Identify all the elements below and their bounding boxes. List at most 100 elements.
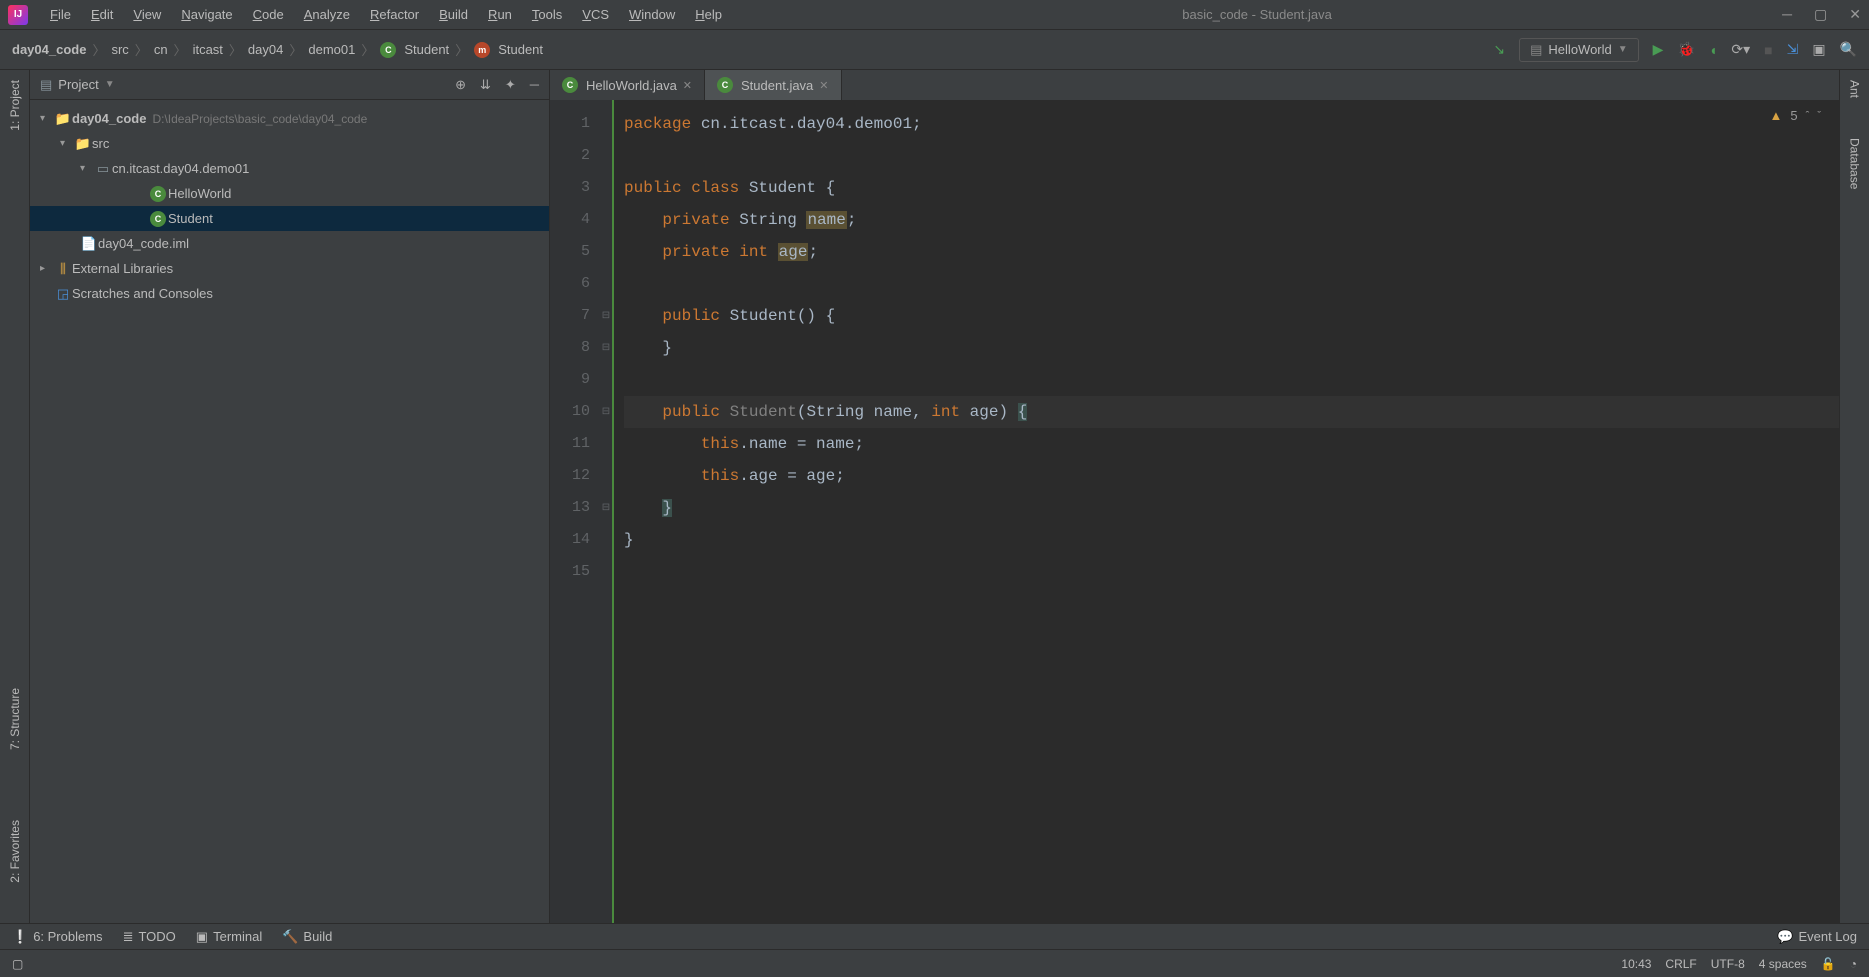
crumb-day04[interactable]: day04 — [248, 42, 283, 57]
readonly-lock-icon[interactable]: 🔓 — [1821, 957, 1836, 971]
menu-bar: IJ FileEditViewNavigateCodeAnalyzeRefact… — [0, 0, 1869, 30]
menu-refactor[interactable]: Refactor — [360, 3, 429, 26]
editor-tabs: CHelloWorld.java✕CStudent.java✕ — [550, 70, 1839, 100]
status-bar: ▢ 10:43 CRLF UTF-8 4 spaces 🔓 ◔ — [0, 949, 1869, 977]
crumb-demo01[interactable]: demo01 — [308, 42, 355, 57]
favorites-tool-button[interactable]: 2: Favorites — [8, 820, 22, 883]
code-line-8[interactable]: } — [624, 332, 1839, 364]
ide-status-icon[interactable]: ◔ — [1850, 957, 1857, 971]
tree-file-student[interactable]: C Student — [30, 206, 549, 231]
code-editor[interactable]: 123456789101112131415 ⊟⊟ ⊟ ⊟ package cn.… — [550, 100, 1839, 923]
ide-settings-icon[interactable]: ▣ — [1812, 41, 1825, 58]
menu-vcs[interactable]: VCS — [572, 3, 619, 26]
hide-icon[interactable]: ─ — [530, 77, 539, 93]
warning-icon: ▲ — [1770, 108, 1783, 123]
tree-src[interactable]: ▾📁 src — [30, 131, 549, 156]
tab-HelloWorld.java[interactable]: CHelloWorld.java✕ — [550, 70, 705, 100]
line-separator[interactable]: CRLF — [1665, 957, 1696, 971]
project-panel: ▤ Project ▼ ⊕ ⇊ ✦ ─ ▾📁 day04_code D:\Ide… — [30, 70, 550, 923]
coverage-icon[interactable]: ◖ — [1709, 42, 1717, 58]
ant-tool-button[interactable]: Ant — [1848, 80, 1862, 98]
tree-scratches[interactable]: ◲ Scratches and Consoles — [30, 281, 549, 306]
code-line-1[interactable]: package cn.itcast.day04.demo01; — [624, 108, 1839, 140]
crumb-root[interactable]: day04_code — [12, 42, 86, 57]
menu-analyze[interactable]: Analyze — [294, 3, 360, 26]
code-line-12[interactable]: this.age = age; — [624, 460, 1839, 492]
menu-edit[interactable]: Edit — [81, 3, 123, 26]
navigation-bar: day04_code 〉 src 〉 cn 〉 itcast 〉 day04 〉… — [0, 30, 1869, 70]
close-tab-icon[interactable]: ✕ — [683, 79, 692, 92]
tab-Student.java[interactable]: CStudent.java✕ — [705, 70, 842, 100]
run-config-name: HelloWorld — [1548, 42, 1611, 57]
terminal-tool-button[interactable]: ▣Terminal — [196, 929, 262, 945]
maximize-icon[interactable]: ▢ — [1814, 6, 1827, 23]
run-configuration-selector[interactable]: ▤ HelloWorld ▼ — [1519, 38, 1639, 62]
menu-code[interactable]: Code — [243, 3, 294, 26]
menu-view[interactable]: View — [123, 3, 171, 26]
tree-external-libraries[interactable]: ▸⫼ External Libraries — [30, 256, 549, 281]
build-tool-button[interactable]: 🔨Build — [282, 929, 332, 945]
class-icon: C — [562, 77, 578, 93]
menu-navigate[interactable]: Navigate — [171, 3, 242, 26]
intellij-icon: IJ — [8, 5, 28, 25]
crumb-method[interactable]: Student — [498, 42, 543, 57]
code-line-4[interactable]: private String name; — [624, 204, 1839, 236]
tree-iml[interactable]: 📄 day04_code.iml — [30, 231, 549, 256]
code-line-14[interactable]: } — [624, 524, 1839, 556]
inspection-widget[interactable]: ▲ 5 ˆ ˇ — [1770, 108, 1821, 123]
menu-build[interactable]: Build — [429, 3, 478, 26]
editor-area: CHelloWorld.java✕CStudent.java✕ 12345678… — [550, 70, 1839, 923]
code-line-10[interactable]: public Student(String name, int age) { — [624, 396, 1839, 428]
code-line-15[interactable] — [624, 556, 1839, 588]
project-tool-button[interactable]: 1: Project — [8, 80, 22, 131]
code-line-2[interactable] — [624, 140, 1839, 172]
close-icon[interactable]: ✕ — [1849, 6, 1861, 23]
build-hammer-icon[interactable]: ↘ — [1493, 41, 1505, 58]
profiler-icon[interactable]: ⟳▾ — [1731, 41, 1750, 58]
locate-icon[interactable]: ⊕ — [455, 77, 466, 93]
indent-setting[interactable]: 4 spaces — [1759, 957, 1807, 971]
code-line-7[interactable]: public Student() { — [624, 300, 1839, 332]
code-line-5[interactable]: private int age; — [624, 236, 1839, 268]
project-tree[interactable]: ▾📁 day04_code D:\IdeaProjects\basic_code… — [30, 100, 549, 923]
crumb-cn[interactable]: cn — [154, 42, 168, 57]
structure-tool-button[interactable]: 7: Structure — [8, 688, 22, 750]
crumb-src[interactable]: src — [111, 42, 128, 57]
file-encoding[interactable]: UTF-8 — [1711, 957, 1745, 971]
debug-icon[interactable]: 🐞 — [1677, 41, 1694, 58]
tree-package[interactable]: ▾▭ cn.itcast.day04.demo01 — [30, 156, 549, 181]
tree-root[interactable]: ▾📁 day04_code D:\IdeaProjects\basic_code… — [30, 106, 549, 131]
run-icon[interactable]: ▶ — [1653, 41, 1664, 58]
menu-help[interactable]: Help — [685, 3, 732, 26]
code-line-13[interactable]: } — [624, 492, 1839, 524]
minimize-icon[interactable]: ─ — [1782, 6, 1792, 23]
search-icon[interactable]: 🔍 — [1840, 41, 1857, 58]
fold-gutter[interactable]: ⊟⊟ ⊟ ⊟ — [600, 100, 614, 923]
caret-position[interactable]: 10:43 — [1621, 957, 1651, 971]
menu-window[interactable]: Window — [619, 3, 685, 26]
todo-tool-button[interactable]: ≣TODO — [123, 929, 176, 945]
code-line-9[interactable] — [624, 364, 1839, 396]
stop-icon[interactable]: ■ — [1764, 42, 1772, 58]
menu-file[interactable]: File — [40, 3, 81, 26]
problems-tool-button[interactable]: ❕6: Problems — [12, 929, 103, 945]
database-tool-button[interactable]: Database — [1848, 138, 1862, 189]
update-icon[interactable]: ⇲ — [1787, 41, 1799, 58]
code-line-6[interactable] — [624, 268, 1839, 300]
expand-all-icon[interactable]: ⇊ — [480, 77, 491, 93]
settings-icon[interactable]: ✦ — [505, 77, 516, 93]
code-line-11[interactable]: this.name = name; — [624, 428, 1839, 460]
menu-tools[interactable]: Tools — [522, 3, 572, 26]
event-log-button[interactable]: 💬Event Log — [1777, 929, 1857, 945]
crumb-itcast[interactable]: itcast — [193, 42, 223, 57]
crumb-class[interactable]: Student — [404, 42, 449, 57]
project-panel-title[interactable]: Project — [58, 77, 98, 92]
quick-list-icon[interactable]: ▢ — [12, 957, 23, 971]
menu-run[interactable]: Run — [478, 3, 522, 26]
close-tab-icon[interactable]: ✕ — [819, 79, 828, 92]
tree-file-helloworld[interactable]: C HelloWorld — [30, 181, 549, 206]
bottom-tool-bar: ❕6: Problems ≣TODO ▣Terminal 🔨Build 💬Eve… — [0, 923, 1869, 949]
right-tool-strip: Ant Database — [1839, 70, 1869, 923]
code-line-3[interactable]: public class Student { — [624, 172, 1839, 204]
left-tool-strip: 1: Project 7: Structure 2: Favorites — [0, 70, 30, 923]
